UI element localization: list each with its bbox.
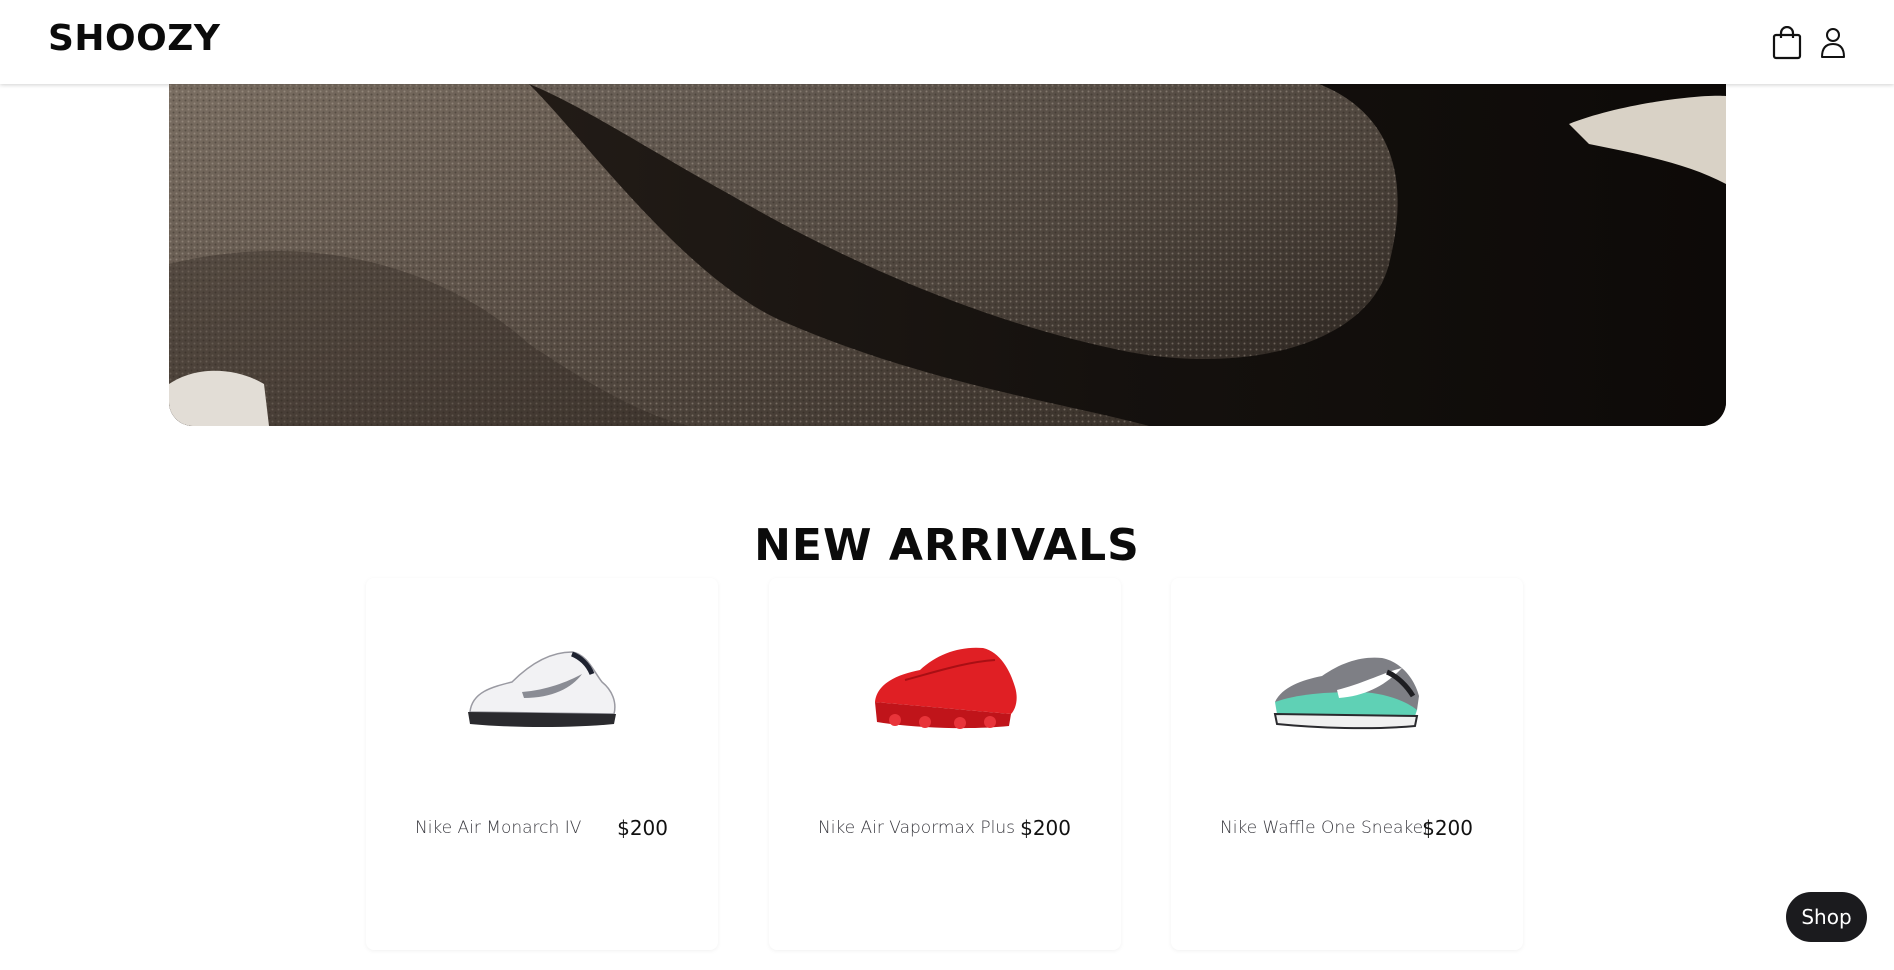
red-sneaker-image — [875, 647, 1017, 729]
user-icon[interactable] — [1817, 26, 1849, 60]
new-arrivals-title: NEW ARRIVALS — [754, 520, 1140, 571]
hero-banner — [169, 84, 1726, 426]
product-image[interactable] — [366, 632, 718, 742]
product-price: $200 — [1020, 816, 1071, 840]
product-price: $200 — [1422, 816, 1473, 840]
product-image[interactable] — [769, 632, 1121, 742]
floating-shop-button[interactable]: Shop — [1786, 892, 1867, 942]
brand-logo[interactable]: SHOOZY — [48, 18, 220, 59]
product-name[interactable]: Nike Waffle One Sneaker — [1220, 818, 1430, 838]
hero-image — [169, 84, 1726, 426]
shopping-bag-icon[interactable] — [1771, 25, 1803, 60]
teal-grey-sneaker-image — [1273, 657, 1419, 730]
product-card[interactable]: Nike Air Vapormax Plus $200 — [769, 578, 1121, 950]
top-navbar: SHOOZY — [0, 0, 1894, 84]
product-name[interactable]: Nike Air Monarch IV — [415, 818, 581, 838]
product-card[interactable]: Nike Air Monarch IV $200 — [366, 578, 718, 950]
product-name[interactable]: Nike Air Vapormax Plus — [818, 818, 1015, 838]
white-sneaker-image — [468, 651, 616, 727]
product-price: $200 — [617, 816, 668, 840]
product-card[interactable]: Nike Waffle One Sneaker $200 — [1171, 578, 1523, 950]
product-image[interactable] — [1171, 632, 1523, 742]
